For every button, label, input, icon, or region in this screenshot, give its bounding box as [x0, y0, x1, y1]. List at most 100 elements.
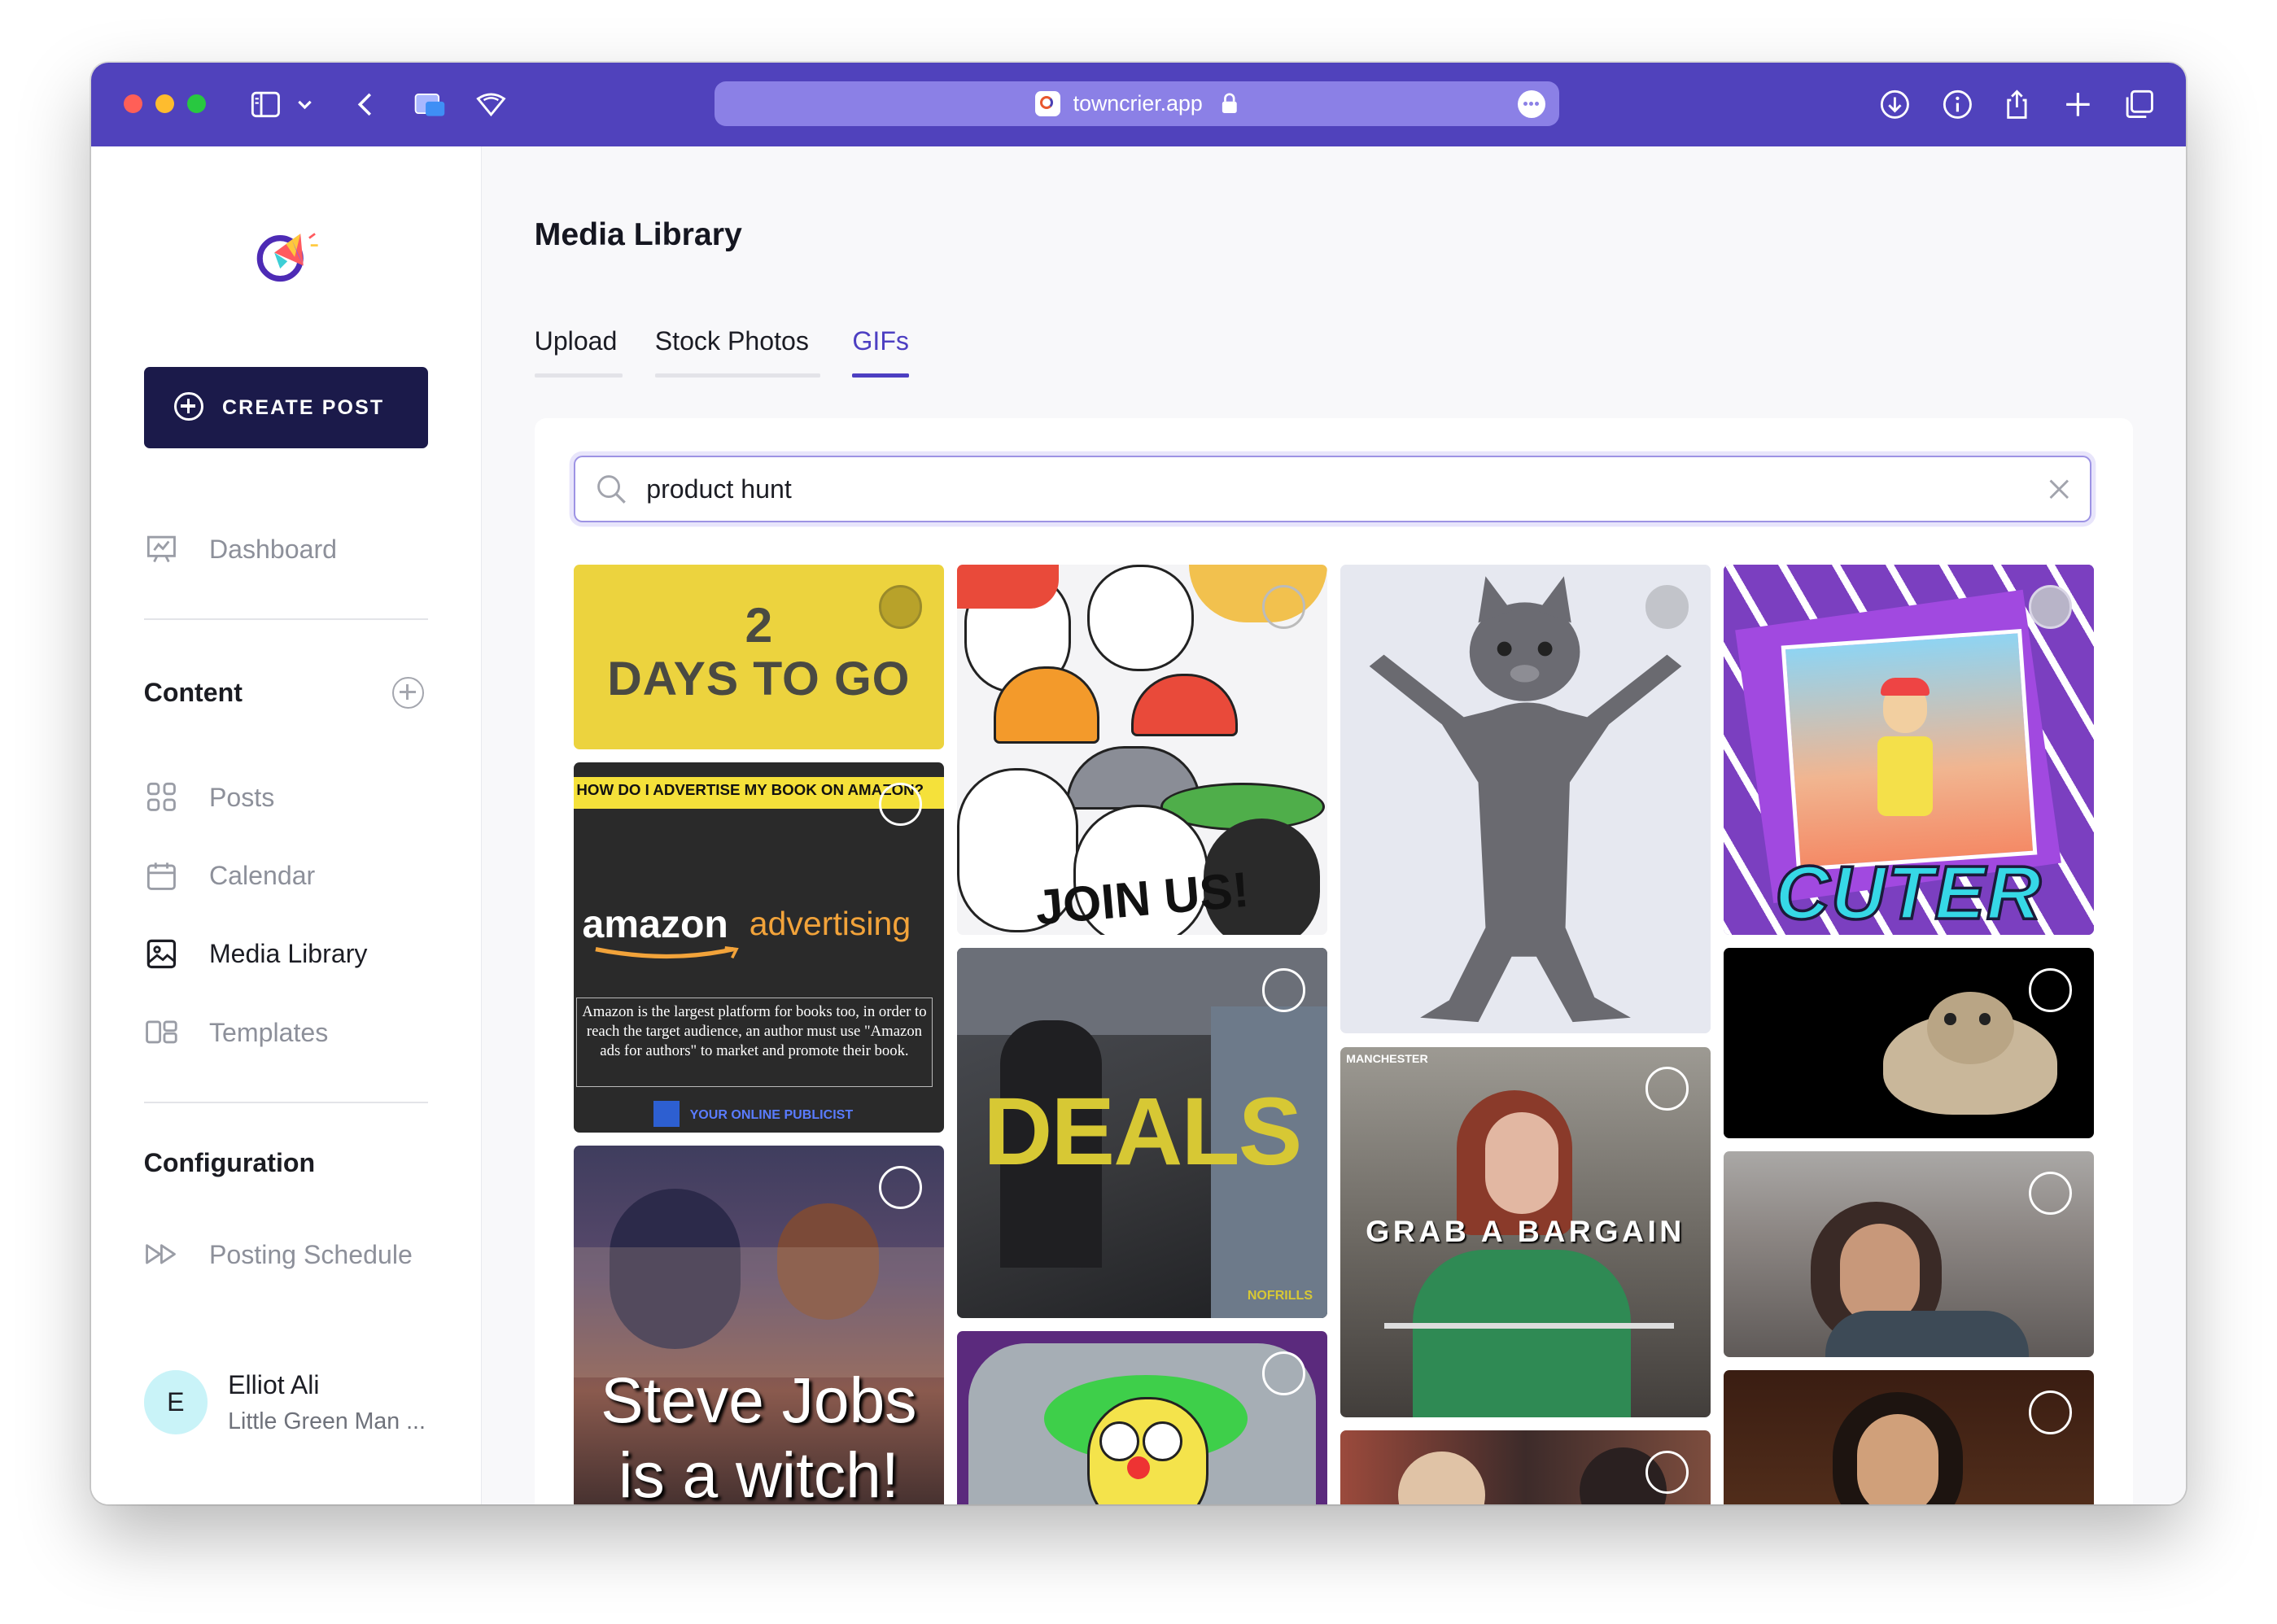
address-bar[interactable]: towncrier.app	[714, 81, 1560, 127]
tab-overview-icon[interactable]	[413, 87, 448, 122]
gif-caption: is a witch!	[618, 1439, 899, 1504]
gif-item-man-smiling[interactable]	[1724, 1370, 2095, 1504]
sidebar-item-posts[interactable]: Posts	[144, 775, 435, 819]
sidebar-item-label: Posts	[208, 782, 275, 812]
sidebar: CREATE POST Dashboard Content Posts Cale…	[91, 146, 482, 1504]
select-checkbox[interactable]	[2028, 1390, 2073, 1434]
privacy-shield-icon[interactable]	[474, 87, 509, 122]
gif-caption: Amazon is the largest platform for books…	[576, 997, 933, 1088]
gif-item-people[interactable]	[1340, 1430, 1711, 1504]
configuration-section-title: Configuration	[143, 1148, 316, 1178]
gif-item-join-us-penguins[interactable]: JOIN US!	[956, 565, 1327, 936]
grid-icon	[144, 779, 179, 814]
select-checkbox[interactable]	[878, 1165, 923, 1210]
gif-search-box[interactable]	[573, 456, 2091, 523]
sidebar-item-media-library[interactable]: Media Library	[144, 932, 435, 976]
select-checkbox[interactable]	[2028, 1171, 2073, 1216]
app-logo-icon[interactable]	[248, 222, 326, 286]
gif-panel: 2 DAYS TO GO HOW DO I ADVERTISE MY BOOK …	[534, 417, 2134, 1504]
lock-icon	[1222, 93, 1237, 114]
new-tab-icon[interactable]	[2061, 87, 2096, 122]
select-checkbox[interactable]	[1261, 585, 1306, 629]
select-checkbox[interactable]	[1261, 968, 1306, 1012]
search-icon	[597, 475, 626, 504]
gif-item-cuter[interactable]: CUTER	[1724, 565, 2095, 936]
main-content: Media Library Upload Stock Photos GIFs 2…	[482, 146, 2186, 1504]
clear-search-icon[interactable]	[2048, 478, 2071, 501]
search-input[interactable]	[646, 470, 2012, 509]
select-checkbox[interactable]	[878, 585, 923, 629]
gif-caption: DEALS	[983, 1077, 1302, 1185]
templates-icon	[144, 1015, 179, 1050]
gif-item-woman-thinking[interactable]	[1724, 1150, 2095, 1358]
sidebar-item-label: Posting Schedule	[208, 1239, 413, 1269]
download-icon[interactable]	[1877, 87, 1912, 122]
select-checkbox[interactable]	[1645, 1067, 1689, 1111]
info-icon[interactable]	[1940, 87, 1975, 122]
site-favicon-icon	[1035, 91, 1060, 116]
gif-item-amazon-advertising[interactable]: HOW DO I ADVERTISE MY BOOK ON AMAZON? am…	[573, 762, 944, 1133]
sidebar-item-templates[interactable]: Templates	[144, 1011, 435, 1054]
select-checkbox[interactable]	[878, 782, 923, 827]
sidebar-item-dashboard[interactable]: Dashboard	[144, 527, 435, 571]
tab-stock-photos[interactable]: Stock Photos	[655, 326, 809, 356]
avatar[interactable]: E	[143, 1370, 208, 1434]
close-window-button[interactable]	[123, 94, 142, 114]
user-organization: Little Green Man ...	[228, 1408, 426, 1434]
minimize-window-button[interactable]	[155, 94, 175, 114]
create-post-label: CREATE POST	[221, 396, 385, 420]
user-name[interactable]: Elliot Ali	[228, 1370, 319, 1400]
gif-caption: DAYS TO GO	[607, 653, 911, 706]
add-content-icon[interactable]	[391, 676, 425, 709]
sidebar-item-label: Templates	[208, 1017, 329, 1047]
select-checkbox[interactable]	[2028, 585, 2073, 629]
gif-caption: MANCHESTER	[1346, 1052, 1428, 1066]
gif-caption: YOUR ONLINE PUBLICIST	[689, 1107, 854, 1123]
gif-item-cat-explosion[interactable]	[1724, 948, 2095, 1138]
select-checkbox[interactable]	[1261, 1351, 1306, 1395]
select-checkbox[interactable]	[1645, 585, 1689, 629]
calendar-icon	[144, 858, 179, 893]
back-icon[interactable]	[348, 87, 383, 122]
tabs-overview-icon[interactable]	[2122, 87, 2157, 122]
image-icon	[144, 936, 179, 971]
gif-item-krusty[interactable]	[956, 1331, 1327, 1504]
create-post-button[interactable]: CREATE POST	[143, 367, 429, 449]
gif-item-grab-a-bargain[interactable]: MANCHESTER GRAB A BARGAIN	[1340, 1046, 1711, 1417]
sidebar-toggle-icon[interactable]	[248, 87, 283, 122]
tab-stock-photos-underline	[654, 373, 821, 378]
gif-item-deals[interactable]: DEALS NOFRILLS	[956, 948, 1327, 1319]
select-checkbox[interactable]	[2028, 968, 2073, 1012]
sidebar-item-posting-schedule[interactable]: Posting Schedule	[144, 1233, 435, 1277]
sidebar-divider	[143, 618, 429, 620]
sidebar-item-label: Dashboard	[208, 534, 338, 564]
chevron-down-icon[interactable]	[295, 87, 315, 122]
sidebar-divider	[143, 1102, 429, 1104]
plus-circle-icon	[174, 391, 203, 421]
amazon-smile-icon	[595, 946, 739, 959]
browser-window: towncrier.app CREATE POST Dashboard Cont…	[91, 62, 2186, 1504]
cat-illustration	[1369, 576, 1682, 1023]
tab-gifs-underline	[852, 373, 909, 378]
tab-gifs[interactable]: GIFs	[852, 326, 909, 356]
sidebar-item-label: Calendar	[208, 861, 316, 891]
tab-upload[interactable]: Upload	[535, 326, 618, 356]
select-checkbox[interactable]	[1645, 1450, 1689, 1495]
gif-caption: NOFRILLS	[1247, 1288, 1313, 1303]
fast-forward-icon	[144, 1237, 179, 1272]
gif-caption: amazon	[582, 902, 728, 947]
gif-caption: CUTER	[1774, 849, 2043, 935]
gif-item-2-days-to-go[interactable]: 2 DAYS TO GO	[573, 565, 944, 749]
page-title: Media Library	[534, 216, 742, 252]
share-icon[interactable]	[1999, 87, 2034, 122]
sidebar-item-calendar[interactable]: Calendar	[144, 853, 435, 897]
gif-caption: Steve Jobs	[601, 1364, 917, 1436]
gif-caption: advertising	[749, 904, 911, 942]
page-menu-icon[interactable]	[1517, 89, 1545, 118]
url-text: towncrier.app	[1073, 91, 1203, 116]
sidebar-item-label: Media Library	[208, 939, 368, 969]
zoom-window-button[interactable]	[187, 94, 207, 114]
browser-titlebar: towncrier.app	[91, 62, 2186, 147]
gif-item-dancing-cat[interactable]	[1340, 565, 1711, 1034]
gif-item-steve-jobs-witch[interactable]: Steve Jobs is a witch!	[573, 1145, 944, 1504]
